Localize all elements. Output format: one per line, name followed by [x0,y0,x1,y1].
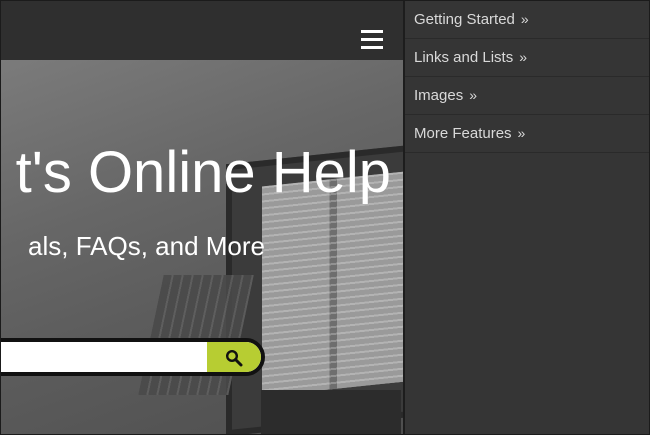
monitor-stand [261,390,401,434]
browser-viewport: t's Online Help als, FAQs, and More Gett… [0,0,650,435]
chevron-right-icon: » [520,11,529,27]
menu-item-images[interactable]: Images » [405,77,649,115]
menu-item-label: Links and Lists [414,49,514,66]
menu-item-getting-started[interactable]: Getting Started » [405,1,649,39]
menu-item-label: Getting Started [414,11,515,28]
search-icon [225,349,243,367]
menu-item-label: Images [414,87,464,104]
menu-item-links-and-lists[interactable]: Links and Lists » [405,39,649,77]
side-nav-menu: Getting Started » Links and Lists » Images… [403,1,649,434]
hero-title: t's Online Help [15,140,391,205]
chevron-right-icon: » [517,125,526,141]
search-input[interactable] [1,342,205,372]
chevron-right-icon: » [519,49,528,65]
search-bar [1,338,265,376]
hamburger-menu-icon[interactable] [361,30,383,49]
menu-item-more-features[interactable]: More Features » [405,115,649,153]
search-button[interactable] [207,342,261,372]
main-page: t's Online Help als, FAQs, and More [1,1,403,434]
menu-item-label: More Features [414,125,512,142]
top-bar [1,1,403,60]
hero-subtitle: als, FAQs, and More [28,231,265,261]
chevron-right-icon: » [469,87,477,103]
